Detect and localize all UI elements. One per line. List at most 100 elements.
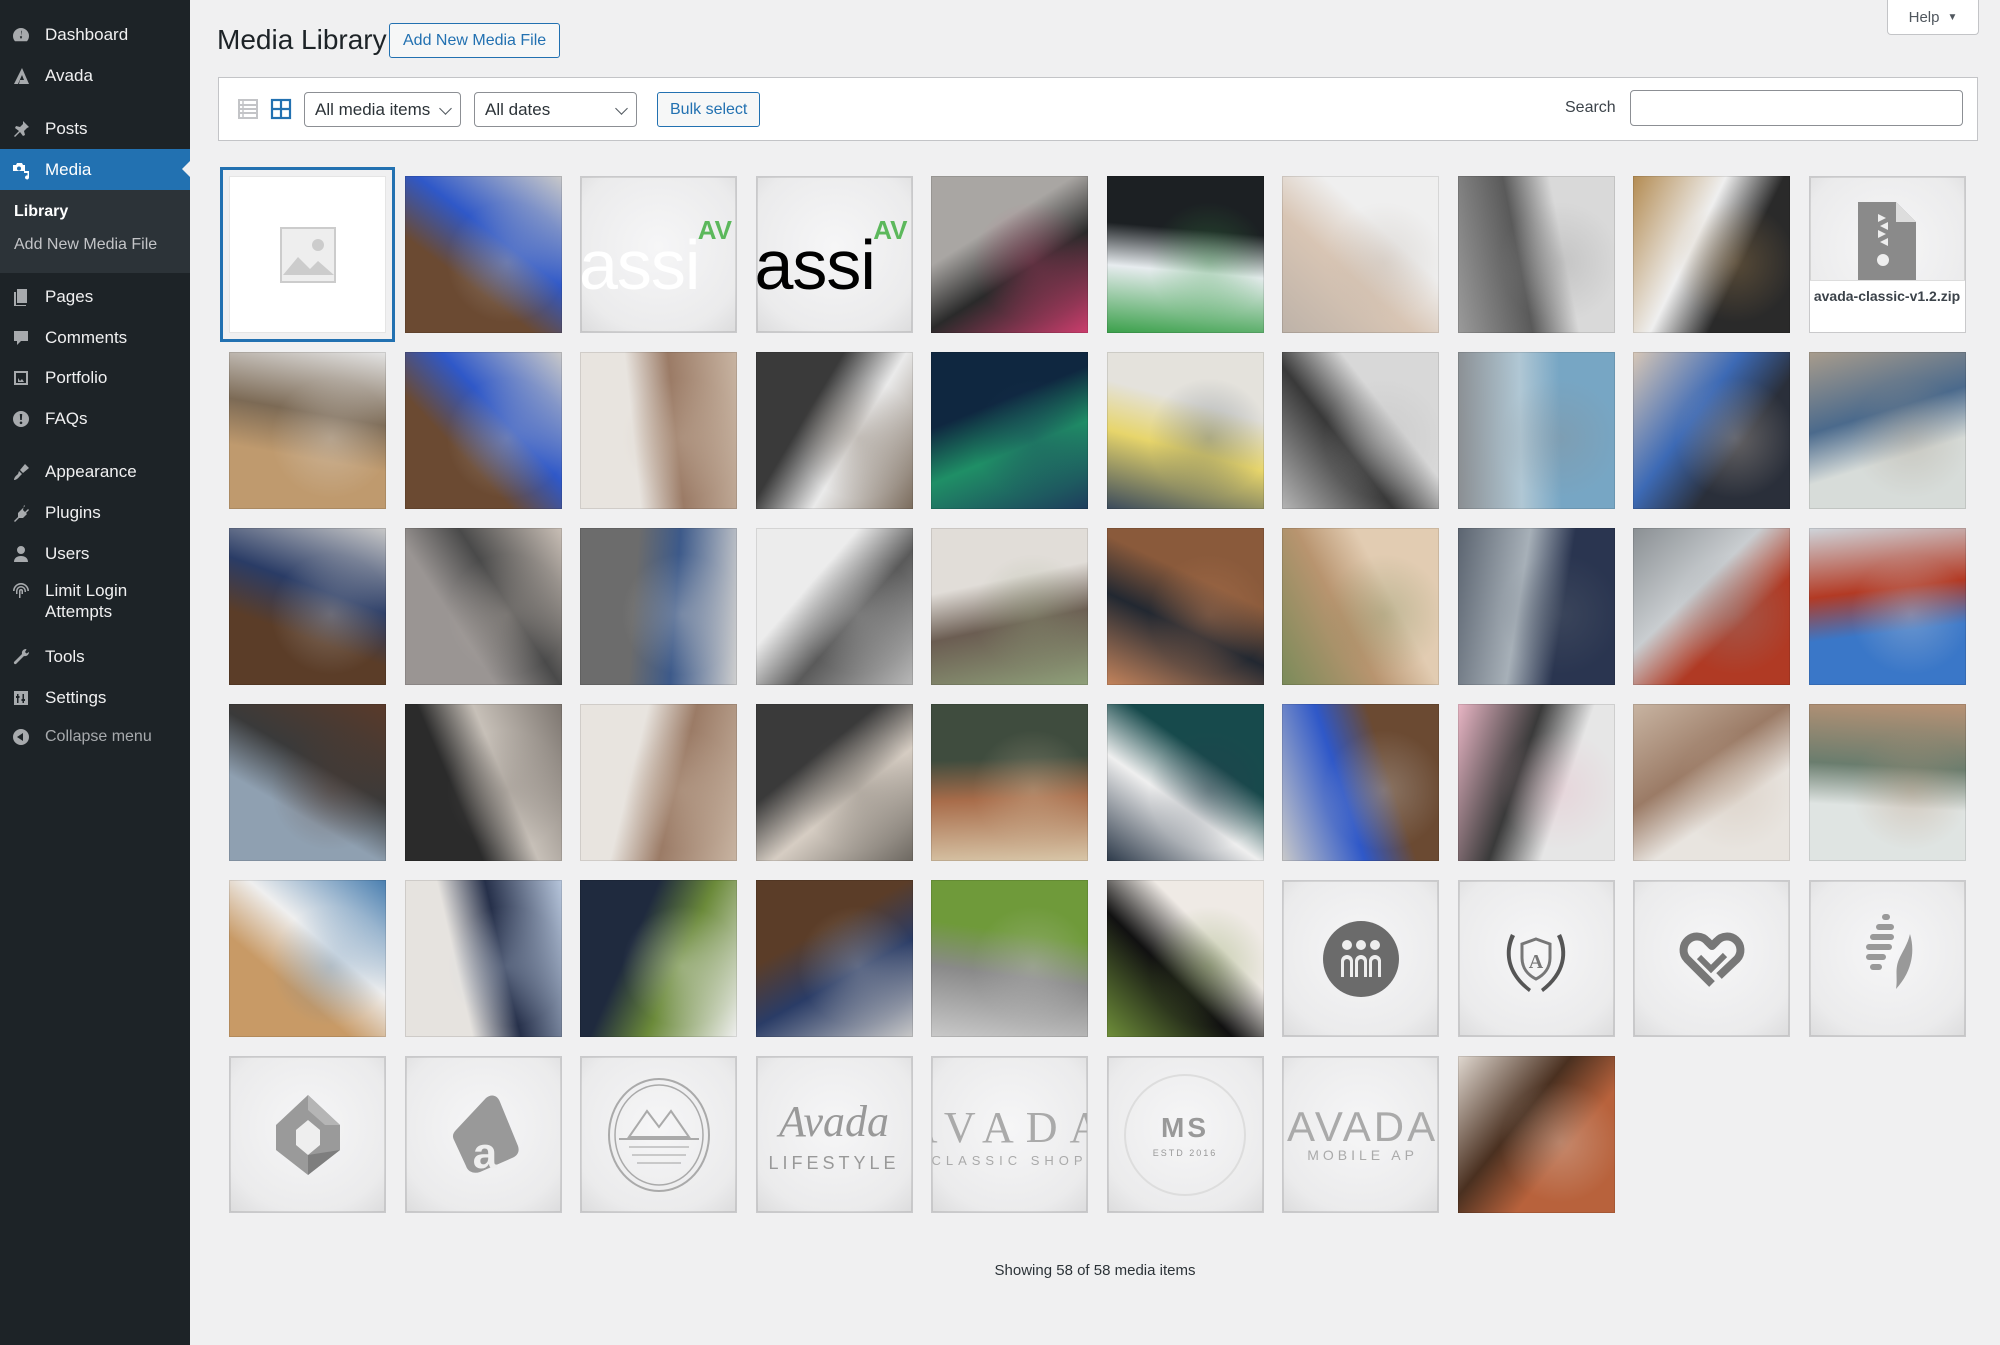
media-icon: [10, 159, 32, 181]
media-item[interactable]: [931, 704, 1088, 861]
media-item[interactable]: [1457, 176, 1615, 333]
media-item[interactable]: [755, 704, 913, 861]
media-item[interactable]: [755, 528, 913, 685]
media-item[interactable]: [755, 880, 913, 1037]
media-item[interactable]: [580, 352, 737, 509]
photo-thumbnail: [404, 352, 562, 509]
logo-accent-text: AV: [697, 215, 732, 245]
list-view-icon[interactable]: [237, 98, 259, 120]
sidebar-item-appearance[interactable]: Appearance: [0, 451, 190, 492]
media-item[interactable]: AV assi: [580, 176, 737, 333]
media-item[interactable]: a: [404, 1056, 562, 1213]
media-item[interactable]: [931, 528, 1088, 685]
media-item[interactable]: [1633, 704, 1790, 861]
main-content: Media Library Add New Media File Help ▼ …: [190, 0, 2000, 1345]
media-item[interactable]: [220, 167, 395, 342]
media-item[interactable]: [1282, 176, 1439, 333]
sidebar-item-tools[interactable]: Tools: [0, 636, 190, 677]
logo-laurel-icon: A: [1459, 881, 1614, 1036]
sliders-icon: [10, 687, 32, 709]
media-item[interactable]: [229, 1056, 386, 1213]
logo-flame-icon: [1810, 881, 1965, 1036]
media-toolbar: All media items All dates Bulk select Se…: [218, 77, 1978, 141]
media-item[interactable]: [229, 352, 386, 509]
media-item[interactable]: [580, 704, 737, 861]
media-item[interactable]: [931, 880, 1088, 1037]
pin-icon: [10, 118, 32, 140]
photo-thumbnail: [755, 528, 913, 685]
media-item[interactable]: [1633, 176, 1790, 333]
media-item[interactable]: [1106, 528, 1264, 685]
photo-thumbnail: [1808, 528, 1966, 685]
media-item[interactable]: AVADACLASSIC SHOP: [931, 1056, 1088, 1213]
media-item[interactable]: [1106, 880, 1264, 1037]
media-item[interactable]: [1106, 704, 1264, 861]
media-item[interactable]: MS ESTD 2016: [1106, 1056, 1264, 1213]
media-item[interactable]: [404, 880, 562, 1037]
media-item[interactable]: [580, 1056, 737, 1213]
media-type-filter[interactable]: All media items: [304, 92, 461, 127]
collapse-menu-button[interactable]: Collapse menu: [0, 716, 190, 757]
media-item[interactable]: [1282, 352, 1439, 509]
sidebar-item-users[interactable]: Users: [0, 533, 190, 574]
media-item[interactable]: [1106, 176, 1264, 333]
date-filter[interactable]: All dates: [474, 92, 637, 127]
sidebar-item-avada[interactable]: Avada: [0, 55, 190, 96]
media-item[interactable]: [931, 352, 1088, 509]
sidebar-item-portfolio[interactable]: Portfolio: [0, 357, 190, 398]
media-item[interactable]: AV assi: [755, 176, 913, 333]
media-item[interactable]: A: [1457, 880, 1615, 1037]
media-item[interactable]: [580, 880, 737, 1037]
media-item[interactable]: [229, 704, 386, 861]
sidebar-item-limit-login[interactable]: Limit Login Attempts: [0, 574, 190, 630]
media-item[interactable]: [1633, 880, 1790, 1037]
submenu-add-new[interactable]: Add New Media File: [14, 236, 157, 254]
sidebar-item-settings[interactable]: Settings: [0, 677, 190, 718]
media-item[interactable]: [931, 176, 1088, 333]
sidebar-item-posts[interactable]: Posts: [0, 108, 190, 149]
search-input[interactable]: [1630, 90, 1963, 126]
help-tab-button[interactable]: Help ▼: [1887, 0, 1979, 35]
sidebar-item-media[interactable]: Media: [0, 149, 190, 190]
media-item[interactable]: [1282, 704, 1439, 861]
media-item[interactable]: [1808, 880, 1966, 1037]
media-item[interactable]: [229, 528, 386, 685]
photo-thumbnail: [1808, 704, 1966, 861]
media-item[interactable]: [1106, 352, 1264, 509]
media-item[interactable]: [580, 528, 737, 685]
media-item[interactable]: [404, 704, 562, 861]
media-item[interactable]: [229, 880, 386, 1037]
date-filter-value: All dates: [485, 99, 551, 119]
media-item[interactable]: avada-classic-v1.2.zip: [1808, 176, 1966, 333]
media-item[interactable]: [1633, 352, 1790, 509]
media-item[interactable]: [1457, 352, 1615, 509]
add-new-media-button[interactable]: Add New Media File: [389, 23, 561, 58]
sidebar-item-comments[interactable]: Comments: [0, 317, 190, 358]
media-item[interactable]: [1633, 528, 1790, 685]
media-item[interactable]: [1282, 880, 1439, 1037]
media-item[interactable]: Avada LIFESTYLE: [755, 1056, 913, 1213]
sidebar-item-plugins[interactable]: Plugins: [0, 492, 190, 533]
media-item[interactable]: AVADA MOBILE AP: [1282, 1056, 1439, 1213]
media-item[interactable]: [404, 176, 562, 333]
media-item[interactable]: [404, 528, 562, 685]
sidebar-item-faqs[interactable]: FAQs: [0, 398, 190, 439]
media-item[interactable]: [1457, 528, 1615, 685]
bulk-select-button[interactable]: Bulk select: [657, 92, 761, 127]
media-item[interactable]: [1457, 1056, 1615, 1213]
sidebar-item-pages[interactable]: Pages: [0, 276, 190, 317]
grid-view-icon[interactable]: [270, 98, 292, 120]
media-item[interactable]: [1282, 528, 1439, 685]
media-item[interactable]: [1457, 704, 1615, 861]
media-item[interactable]: [404, 352, 562, 509]
media-item[interactable]: [1808, 528, 1966, 685]
photo-thumbnail: [580, 704, 737, 861]
sidebar-item-dashboard[interactable]: Dashboard: [0, 14, 190, 55]
wrench-icon: [10, 646, 32, 668]
media-item[interactable]: [1808, 352, 1966, 509]
media-item[interactable]: [1808, 704, 1966, 861]
sidebar-item-label: Plugins: [45, 502, 101, 522]
submenu-library[interactable]: Library: [14, 203, 68, 221]
media-item[interactable]: [755, 352, 913, 509]
collapse-icon: [10, 726, 32, 748]
